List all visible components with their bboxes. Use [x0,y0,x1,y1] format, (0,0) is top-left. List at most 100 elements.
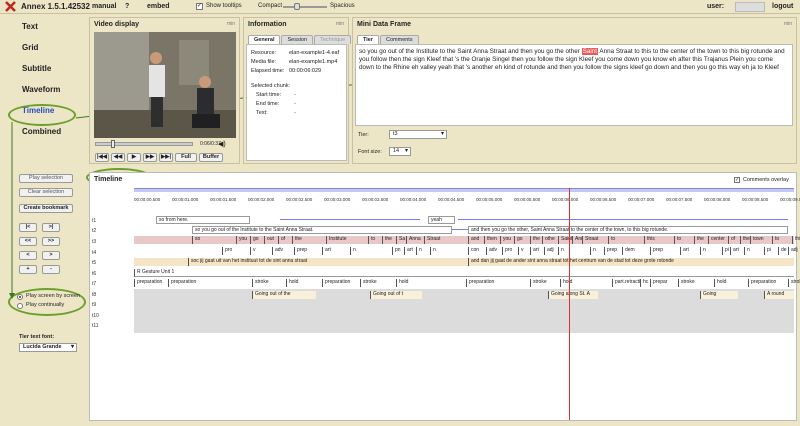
nav-subtitle[interactable]: Subtitle [0,58,88,79]
annotation-t5-pos[interactable]: art [530,247,544,255]
annotation-t5-pos[interactable]: adv [272,247,294,255]
annotation-t5-pos[interactable]: v [518,247,530,255]
annotation-t4-word[interactable]: Institute [326,236,368,244]
logout-link[interactable]: logout [772,3,793,10]
layout-slider-knob[interactable] [294,3,300,10]
tier-label-t4[interactable]: t4 [92,250,132,256]
annotation-t4-word[interactable]: this [792,236,800,244]
annotation-t3-institute[interactable]: so you go out of the Institute to the Sa… [192,226,452,234]
annotation-t1-so-from-here[interactable]: so from here. [156,216,250,224]
video-rewind-button[interactable]: ◀◀ [111,153,125,162]
annotation-t3-saint-anna[interactable]: and then you go the other, Saint Anna St… [468,226,788,234]
annotation-t6-gloss-a[interactable]: soc jij gaat uit van het instituut tot d… [188,258,428,266]
annotation-t4-word[interactable]: then [484,236,500,244]
annotation-t9-description[interactable]: Going [700,291,738,299]
annotation-t4-word[interactable]: Straat [424,236,464,244]
annotation-t5-pos[interactable]: n [350,247,392,255]
annotation-t8-item[interactable]: hold [396,279,466,287]
video-end-button[interactable]: ▶▶| [159,153,173,162]
annotation-t5-pos[interactable]: dem [622,247,650,255]
annotation-t5-pos[interactable]: pi [764,247,778,255]
annotation-t8-item[interactable]: preparation [168,279,252,287]
annotation-t9-description[interactable]: Going along St. A [548,291,598,299]
annotation-t8-item[interactable]: preparation [322,279,360,287]
annotation-t4-word[interactable]: to [368,236,382,244]
annotation-t4-word[interactable]: the [530,236,542,244]
annotation-t5-pos[interactable]: art [680,247,700,255]
annotation-t5-pos[interactable]: con [468,247,486,255]
annotation-t5-pos[interactable]: art [730,247,744,255]
annotation-t4-word[interactable]: the [292,236,326,244]
annotation-t6-gloss-b[interactable]: and dan jij gaat de ander sint anna stra… [468,258,708,266]
annotation-t4-word[interactable]: Sa [396,236,406,244]
annotation-t4-word[interactable]: the [694,236,708,244]
annotation-t5-pos[interactable]: n [744,247,764,255]
font-size-select[interactable]: 14 [389,147,411,156]
tier-label-t10[interactable]: t10 [92,313,132,319]
annotation-t7-gesture-unit[interactable]: R Gesture Unit 1 [134,269,794,277]
video-forward-button[interactable]: ▶▶ [143,153,157,162]
tier-label-t6[interactable]: t6 [92,271,132,277]
comments-overlay-checkbox[interactable]: ✓ [734,177,740,183]
annotation-t4-word[interactable]: of [278,236,292,244]
tier-label-t7[interactable]: t7 [92,281,132,287]
annotation-t5-pos[interactable]: adv [486,247,502,255]
annotation-t4-word[interactable]: of [728,236,740,244]
nav-waveform[interactable]: Waveform [0,79,88,100]
tab-technique[interactable]: Technique [314,35,352,44]
annotation-t1-yeah[interactable]: yeah [428,216,455,224]
annotation-t9-description[interactable]: Going out of the [252,291,316,299]
nav-grid[interactable]: Grid [0,37,88,58]
video-buffer-button[interactable]: Buffer [199,153,223,162]
annotation-t8-item[interactable]: stroke [788,279,800,287]
annotation-t4-word[interactable]: the [382,236,396,244]
annotation-t8-item[interactable]: preparation [748,279,788,287]
nav-text[interactable]: Text [0,16,88,37]
annotation-t4-word[interactable]: you [500,236,514,244]
annotation-t5-pos[interactable]: n [558,247,590,255]
clear-selection-button[interactable]: Clear selection [19,188,73,197]
annotation-t5-pos[interactable]: pro [502,247,518,255]
video-play-button[interactable]: ▶ [127,153,141,162]
video-progress-knob[interactable] [111,140,115,148]
manual-link[interactable]: manual [92,3,117,10]
next-page-button[interactable]: >> [42,237,60,246]
annotation-t4-word[interactable]: othe [542,236,558,244]
annotation-t5-pos[interactable]: pro [222,247,250,255]
annotation-t4-word[interactable]: the [740,236,750,244]
tab-general[interactable]: General [248,35,281,44]
play-screen-radio[interactable] [17,294,23,300]
annotation-t5-pos[interactable]: n [416,247,430,255]
annotation-t4-word[interactable]: and [468,236,484,244]
annotation-t9-description[interactable]: A round [764,291,794,299]
annotation-t5-pos[interactable]: v [250,247,272,255]
tier-label-t3[interactable]: t3 [92,239,132,245]
tab-session[interactable]: Session [281,35,314,44]
annotation-t9-description[interactable]: Going out of t [370,291,422,299]
annotation-t8-item[interactable]: hc [640,279,650,287]
go-to-start-button[interactable]: |< [19,223,37,232]
annotation-t8-item[interactable]: stroke [678,279,714,287]
video-progress-bar[interactable] [95,142,193,146]
annotation-t5-pos[interactable]: n [590,247,604,255]
annotation-t4-word[interactable]: Anna [406,236,424,244]
annotation-t4-word[interactable]: Anr [572,236,582,244]
play-selection-button[interactable]: Play selection [19,174,73,183]
annotation-t8-item[interactable]: stroke [530,279,560,287]
tier-font-select[interactable]: Lucida Grande [19,343,77,352]
tab-tier[interactable]: Tier [357,35,379,44]
show-tooltips-checkbox[interactable]: ✓ [196,3,203,10]
mini-text-area[interactable]: so you go out of the Institute to the Sa… [355,44,793,126]
annotation-t4-word[interactable]: town [750,236,772,244]
annotation-t4-word[interactable]: go [250,236,264,244]
play-continually-radio[interactable] [17,303,23,309]
timeline-ruler-bar[interactable] [134,188,794,192]
annotation-t5-pos[interactable]: pn [392,247,404,255]
tab-comments[interactable]: Comments [380,35,419,44]
create-bookmark-button[interactable]: Create bookmark [19,204,73,213]
annotation-t5-pos[interactable]: de [778,247,788,255]
annotation-t5-pos[interactable]: prep [650,247,680,255]
tier-label-t8[interactable]: t8 [92,292,132,298]
zoom-in-button[interactable]: + [19,265,37,274]
annotation-t8-item[interactable]: part.retraction [612,279,640,287]
